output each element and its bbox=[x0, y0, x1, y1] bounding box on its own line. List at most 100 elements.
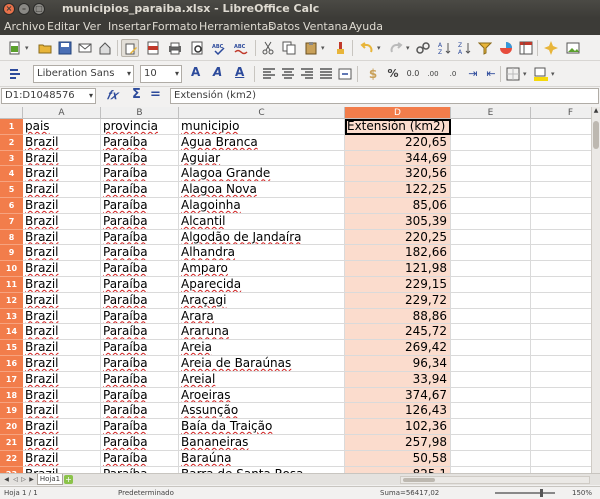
cell-empty-e[interactable] bbox=[451, 150, 531, 167]
cell-empty-f[interactable] bbox=[531, 245, 591, 262]
cell-municipio[interactable]: Arara bbox=[179, 308, 345, 325]
row-header[interactable]: 15 bbox=[0, 340, 23, 356]
cell-empty-e[interactable] bbox=[451, 403, 531, 420]
selection-sum[interactable]: Suma=56417,02 bbox=[380, 487, 439, 499]
row-header[interactable]: 20 bbox=[0, 419, 23, 435]
cell-extension[interactable]: 220,25 bbox=[345, 229, 451, 246]
cell-extension[interactable]: 182,66 bbox=[345, 245, 451, 262]
cell-extension[interactable]: 50,58 bbox=[345, 450, 451, 467]
cell-municipio[interactable]: Assunção bbox=[179, 403, 345, 420]
cell-extension[interactable]: 229,72 bbox=[345, 292, 451, 309]
cell-municipio[interactable]: Araruna bbox=[179, 324, 345, 341]
add-sheet-icon[interactable]: + bbox=[64, 475, 73, 484]
cell-empty-e[interactable] bbox=[451, 229, 531, 246]
cell-empty-f[interactable] bbox=[531, 309, 591, 325]
cell-empty-f[interactable] bbox=[531, 356, 591, 372]
cell-pais[interactable]: Brazil bbox=[23, 150, 101, 167]
sort-ascending-button[interactable]: AZ bbox=[436, 39, 454, 57]
column-header-f[interactable]: F bbox=[531, 107, 591, 119]
cell-pais[interactable]: Brazil bbox=[23, 435, 101, 451]
row-header[interactable]: 6 bbox=[0, 198, 23, 214]
clone-formatting-button[interactable] bbox=[331, 39, 349, 57]
cell-empty-f[interactable] bbox=[531, 135, 591, 151]
cell-municipio[interactable]: Agua Branca bbox=[179, 134, 345, 151]
cell-empty-f[interactable] bbox=[531, 261, 591, 277]
column-header-e[interactable]: E bbox=[451, 107, 531, 119]
cell-provincia[interactable]: Paraíba bbox=[101, 419, 179, 435]
row-header[interactable]: 4 bbox=[0, 166, 23, 183]
column-header-c[interactable]: C bbox=[179, 107, 345, 119]
email-button[interactable] bbox=[76, 39, 94, 57]
cell-empty-e[interactable] bbox=[451, 419, 531, 435]
increase-indent-button[interactable]: ⇥ bbox=[464, 65, 482, 83]
cell-extension[interactable]: 96,34 bbox=[345, 356, 451, 372]
cell-pais[interactable]: Brazil bbox=[23, 450, 101, 467]
cell-empty-e[interactable] bbox=[451, 340, 531, 356]
cell-provincia[interactable]: Paraíba bbox=[101, 340, 179, 356]
minimize-window-button[interactable]: – bbox=[18, 3, 30, 15]
cell-extension[interactable]: 344,69 bbox=[345, 150, 451, 167]
new-document-button[interactable] bbox=[6, 39, 24, 57]
row-header[interactable]: 8 bbox=[0, 229, 23, 246]
cell-pais[interactable]: Brazil bbox=[23, 340, 101, 356]
row-header[interactable]: 17 bbox=[0, 371, 23, 388]
decrease-indent-button[interactable]: ⇤ bbox=[482, 65, 500, 83]
cell-municipio[interactable]: Algodão de Jandaíra bbox=[179, 229, 345, 246]
cell-extension[interactable]: Extensión (km2) bbox=[345, 119, 451, 135]
cell-pais[interactable]: Brazil bbox=[23, 245, 101, 262]
cell-municipio[interactable]: municipio bbox=[179, 119, 345, 135]
font-size-combo[interactable]: 10 ▾ bbox=[140, 65, 182, 83]
font-effect-button-3[interactable]: A bbox=[235, 65, 244, 79]
menu-herramientas[interactable]: Herramientas bbox=[199, 20, 274, 33]
cell-empty-f[interactable] bbox=[531, 372, 591, 388]
row-header[interactable]: 13 bbox=[0, 308, 23, 325]
undo-button[interactable] bbox=[358, 39, 376, 57]
cell-provincia[interactable]: Paraíba bbox=[101, 356, 179, 372]
cell-pais[interactable]: Brazil bbox=[23, 356, 101, 372]
insert-chart-button[interactable] bbox=[497, 39, 515, 57]
paste-button[interactable] bbox=[302, 39, 320, 57]
cell-pais[interactable]: Brazil bbox=[23, 229, 101, 246]
cell-empty-f[interactable] bbox=[531, 277, 591, 293]
cell-provincia[interactable]: Paraíba bbox=[101, 134, 179, 151]
cell-municipio[interactable]: Bananeiras bbox=[179, 435, 345, 451]
cell-pais[interactable]: Brazil bbox=[23, 166, 101, 183]
cell-empty-e[interactable] bbox=[451, 371, 531, 388]
cell-municipio[interactable]: Alagoa Nova bbox=[179, 182, 345, 198]
percent-format-button[interactable]: % bbox=[384, 65, 402, 83]
cell-empty-e[interactable] bbox=[451, 450, 531, 467]
new-dropdown-arrow[interactable]: ▾ bbox=[25, 39, 31, 57]
cell-provincia[interactable]: Paraíba bbox=[101, 229, 179, 246]
cell-pais[interactable]: Brazil bbox=[23, 403, 101, 420]
cell-provincia[interactable]: Paraíba bbox=[101, 150, 179, 167]
save-button[interactable] bbox=[56, 39, 74, 57]
cell-municipio[interactable]: Alagoinha bbox=[179, 198, 345, 214]
paste-dropdown-arrow[interactable]: ▾ bbox=[321, 39, 327, 57]
font-effect-button-1[interactable]: A bbox=[191, 65, 200, 79]
close-window-button[interactable]: × bbox=[3, 3, 15, 15]
cell-municipio[interactable]: Areial bbox=[179, 371, 345, 388]
cell-empty-f[interactable] bbox=[531, 230, 591, 246]
autofilter-button[interactable] bbox=[476, 39, 494, 57]
row-header[interactable]: 22 bbox=[0, 450, 23, 467]
sum-icon[interactable]: Σ bbox=[132, 87, 141, 102]
cell-pais[interactable]: Brazil bbox=[23, 213, 101, 230]
zoom-slider-handle[interactable] bbox=[540, 489, 543, 497]
redo-button[interactable] bbox=[387, 39, 405, 57]
copy-button[interactable] bbox=[280, 39, 298, 57]
cell-municipio[interactable]: Alhandra bbox=[179, 245, 345, 262]
edit-mode-button[interactable] bbox=[121, 39, 139, 57]
font-name-combo[interactable]: Liberation Sans ▾ bbox=[33, 65, 134, 83]
print-preview-button[interactable] bbox=[188, 39, 206, 57]
cell-municipio[interactable]: Baía da Traição bbox=[179, 419, 345, 435]
print-button[interactable] bbox=[166, 39, 184, 57]
cell-provincia[interactable]: Paraíba bbox=[101, 198, 179, 214]
row-header[interactable]: 3 bbox=[0, 150, 23, 167]
cell-provincia[interactable]: Paraíba bbox=[101, 403, 179, 420]
cell-empty-e[interactable] bbox=[451, 198, 531, 214]
cell-extension[interactable]: 121,98 bbox=[345, 261, 451, 277]
justify-button[interactable] bbox=[317, 65, 335, 83]
row-header[interactable]: 7 bbox=[0, 213, 23, 230]
cell-empty-e[interactable] bbox=[451, 134, 531, 151]
cell-provincia[interactable]: provincia bbox=[101, 119, 179, 135]
